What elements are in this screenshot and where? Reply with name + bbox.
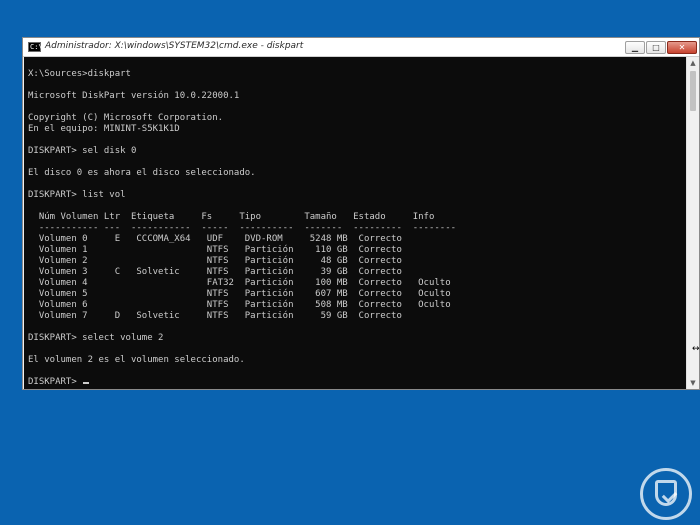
console-text: X:\Sources>diskpart Microsoft DiskPart ve… [24,57,687,388]
console-line: X:\Sources>diskpart [28,69,131,79]
console-line: Volumen 7 D Solvetic NTFS Partición 59 G… [28,311,402,321]
console-line: Volumen 5 NTFS Partición 607 MB Correcto… [28,289,451,299]
console-line: En el equipo: MININT-S5K1K1D [28,124,180,134]
cmd-icon: C:\ [28,42,43,52]
maximize-button[interactable]: □ [646,41,666,54]
text-cursor [83,382,90,384]
console-line: El volumen 2 es el volumen seleccionado. [28,355,245,365]
console-output[interactable]: X:\Sources>diskpart Microsoft DiskPart ve… [24,57,687,389]
watermark-logo-icon [640,468,692,520]
close-button[interactable]: ✕ [667,41,697,54]
resize-pointer-icon: ↔ [692,344,700,354]
console-line: Volumen 2 NTFS Partición 48 GB Correcto [28,256,402,266]
window-title: Administrador: X:\windows\SYSTEM32\cmd.e… [45,41,304,51]
console-line: DISKPART> select volume 2 [28,333,164,343]
console-line: Volumen 1 NTFS Partición 110 GB Correcto [28,245,402,255]
console-line: Volumen 3 C Solvetic NTFS Partición 39 G… [28,267,402,277]
console-line: Núm Volumen Ltr Etiqueta Fs Tipo Tamaño … [28,212,435,222]
cmd-window[interactable]: C:\ Administrador: X:\windows\SYSTEM32\c… [22,37,700,390]
scroll-thumb[interactable] [690,71,696,111]
minimize-button[interactable]: ▁ [625,41,645,54]
console-line: Microsoft DiskPart versión 10.0.22000.1 [28,91,240,101]
title-bar[interactable]: C:\ Administrador: X:\windows\SYSTEM32\c… [23,38,699,57]
console-line: DISKPART> [28,377,687,388]
vertical-scrollbar[interactable]: ▲ ▼ [686,57,699,389]
console-line: DISKPART> list vol [28,190,126,200]
console-line: Volumen 6 NTFS Partición 508 MB Correcto… [28,300,451,310]
scroll-up-arrow-icon[interactable]: ▲ [687,57,699,69]
console-line: Volumen 4 FAT32 Partición 100 MB Correct… [28,278,451,288]
scroll-down-arrow-icon[interactable]: ▼ [687,377,699,389]
console-line: Volumen 0 E CCCOMA_X64 UDF DVD-ROM 5248 … [28,234,402,244]
console-line: DISKPART> sel disk 0 [28,146,137,156]
console-line: ----------- --- ----------- ----- ------… [28,223,457,233]
console-line: El disco 0 es ahora el disco seleccionad… [28,168,256,178]
console-line: Copyright (C) Microsoft Corporation. [28,113,224,123]
